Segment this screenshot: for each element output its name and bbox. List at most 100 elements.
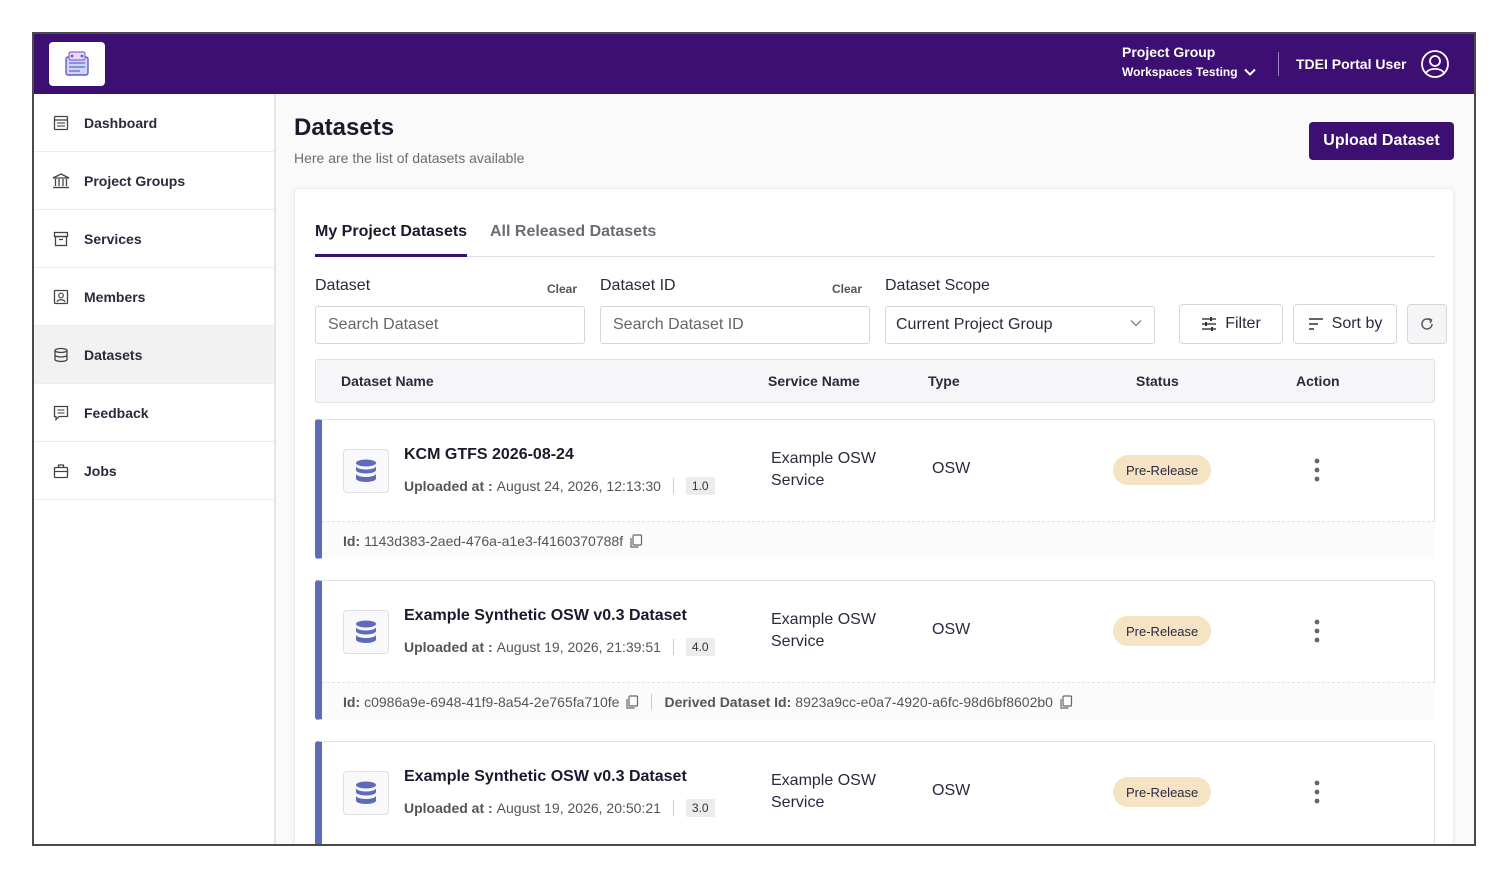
- sidebar-item-members[interactable]: Members: [34, 268, 274, 326]
- table-header: Dataset Name Service Name Type Status Ac…: [315, 359, 1435, 403]
- divider: [651, 693, 653, 710]
- status-badge: Pre-Release: [1113, 455, 1212, 485]
- uploaded-label: Uploaded at :: [404, 800, 493, 816]
- service-name: Example OSW Service: [771, 770, 901, 814]
- dataset-type: OSW: [932, 460, 971, 477]
- project-group-selector[interactable]: Project Group Workspaces Testing: [1122, 44, 1256, 79]
- copy-icon[interactable]: [629, 533, 643, 548]
- filter-button-label: Filter: [1225, 315, 1261, 332]
- sidebar-item-services[interactable]: Services: [34, 210, 274, 268]
- sidebar-item-datasets[interactable]: Datasets: [34, 326, 274, 384]
- search-dataset-input[interactable]: [315, 306, 585, 344]
- refresh-icon: [1421, 317, 1433, 330]
- id-label: Id:: [343, 693, 361, 710]
- dataset-scope-value: Current Project Group: [896, 316, 1053, 333]
- logo-icon: [65, 51, 89, 76]
- app-window: Project Group Workspaces Testing TDEI Po…: [32, 32, 1476, 846]
- service-name-line: Service: [771, 794, 825, 811]
- service-name-line: Service: [771, 633, 825, 650]
- copy-icon[interactable]: [625, 694, 639, 709]
- user-circle-icon: [1421, 50, 1449, 78]
- avatar[interactable]: [1420, 49, 1450, 84]
- column-header-type[interactable]: Type: [928, 373, 960, 389]
- vertical-dots-icon: [1314, 619, 1320, 643]
- column-header-service-name[interactable]: Service Name: [768, 373, 860, 389]
- column-header-dataset-name[interactable]: Dataset Name: [341, 373, 434, 389]
- more-actions-button[interactable]: [1314, 458, 1320, 487]
- filter-button[interactable]: Filter: [1179, 304, 1283, 344]
- divider: [672, 800, 674, 816]
- upload-info: Uploaded at : August 19, 2026, 20:50:21 …: [404, 799, 715, 817]
- service-name-line: Service: [771, 472, 825, 489]
- copy-icon[interactable]: [1059, 694, 1073, 709]
- uploaded-at: August 19, 2026, 21:39:51: [496, 639, 661, 655]
- sidebar-item-feedback[interactable]: Feedback: [34, 384, 274, 442]
- table-row[interactable]: Example Synthetic OSW v0.3 Dataset Uploa…: [315, 580, 1435, 720]
- feedback-icon: [52, 404, 70, 422]
- dataset-name[interactable]: Example Synthetic OSW v0.3 Dataset: [404, 607, 687, 625]
- dataset-name[interactable]: KCM GTFS 2026-08-24: [404, 446, 574, 464]
- table-row[interactable]: KCM GTFS 2026-08-24 Uploaded at : August…: [315, 419, 1435, 559]
- dataset-scope-label: Dataset Scope: [885, 277, 990, 294]
- dataset-type: OSW: [932, 782, 971, 799]
- project-group-name: Workspaces Testing: [1122, 65, 1238, 79]
- app-logo[interactable]: [49, 42, 105, 86]
- dataset-clear-link[interactable]: Clear: [547, 282, 577, 296]
- status-badge: Pre-Release: [1113, 616, 1212, 646]
- database-icon: [343, 610, 389, 654]
- sidebar-item-label: Feedback: [84, 404, 149, 421]
- header-divider: [1278, 52, 1279, 76]
- more-actions-button[interactable]: [1314, 780, 1320, 809]
- chevron-down-icon: [1243, 68, 1256, 76]
- uploaded-label: Uploaded at :: [404, 639, 493, 655]
- sidebar-item-dashboard[interactable]: Dashboard: [34, 94, 274, 152]
- briefcase-icon: [52, 462, 70, 480]
- more-actions-button[interactable]: [1314, 619, 1320, 648]
- database-icon: [343, 449, 389, 493]
- divider: [672, 478, 674, 494]
- row-footer: Id: 1143d383-2aed-476a-a1e3-f4160370788f: [322, 521, 1435, 559]
- database-icon: [52, 346, 70, 364]
- table-row[interactable]: Example Synthetic OSW v0.3 Dataset Uploa…: [315, 741, 1435, 844]
- version-badge: 1.0: [685, 477, 715, 495]
- version-badge: 3.0: [685, 799, 715, 817]
- dataset-filter-label: Dataset: [315, 277, 371, 294]
- status-badge: Pre-Release: [1113, 777, 1212, 807]
- uploaded-label: Uploaded at :: [404, 478, 493, 494]
- derived-id-label: Derived Dataset Id:: [664, 693, 792, 710]
- datasets-card: My Project Datasets All Released Dataset…: [294, 188, 1454, 844]
- sidebar: Dashboard Project Groups Services Member…: [34, 94, 276, 844]
- upload-dataset-button[interactable]: Upload Dataset: [1309, 122, 1454, 160]
- service-name: Example OSW Service: [771, 609, 901, 653]
- dataset-id: 1143d383-2aed-476a-a1e3-f4160370788f: [364, 532, 624, 549]
- refresh-button[interactable]: [1407, 304, 1447, 344]
- user-name[interactable]: TDEI Portal User: [1296, 56, 1406, 72]
- divider: [672, 639, 674, 655]
- tab-my-project-datasets[interactable]: My Project Datasets: [315, 223, 468, 257]
- dataset-tabs: My Project Datasets All Released Dataset…: [315, 215, 1435, 257]
- sidebar-item-label: Dashboard: [84, 114, 158, 131]
- column-header-status[interactable]: Status: [1136, 373, 1179, 389]
- sidebar-item-jobs[interactable]: Jobs: [34, 442, 274, 500]
- uploaded-at: August 19, 2026, 20:50:21: [496, 800, 661, 816]
- sort-by-button[interactable]: Sort by: [1293, 304, 1397, 344]
- sidebar-item-label: Jobs: [84, 462, 117, 479]
- top-bar: Project Group Workspaces Testing TDEI Po…: [34, 34, 1474, 94]
- search-dataset-id-input[interactable]: [600, 306, 870, 344]
- sort-icon: [1308, 318, 1323, 330]
- upload-info: Uploaded at : August 19, 2026, 21:39:51 …: [404, 638, 715, 656]
- vertical-dots-icon: [1314, 458, 1320, 482]
- dataset-scope-select[interactable]: Current Project Group: [885, 306, 1155, 344]
- dataset-type: OSW: [932, 621, 971, 638]
- sidebar-item-label: Datasets: [84, 346, 143, 363]
- page-subtitle: Here are the list of datasets available: [294, 150, 525, 166]
- sort-by-label: Sort by: [1331, 315, 1383, 332]
- sidebar-item-project-groups[interactable]: Project Groups: [34, 152, 274, 210]
- dashboard-icon: [52, 114, 70, 132]
- dataset-name[interactable]: Example Synthetic OSW v0.3 Dataset: [404, 768, 687, 786]
- dataset-id-clear-link[interactable]: Clear: [832, 282, 862, 296]
- chevron-down-icon: [1130, 319, 1142, 327]
- vertical-dots-icon: [1314, 780, 1320, 804]
- tab-all-released-datasets[interactable]: All Released Datasets: [490, 223, 656, 241]
- service-name-line: Example OSW: [771, 450, 876, 467]
